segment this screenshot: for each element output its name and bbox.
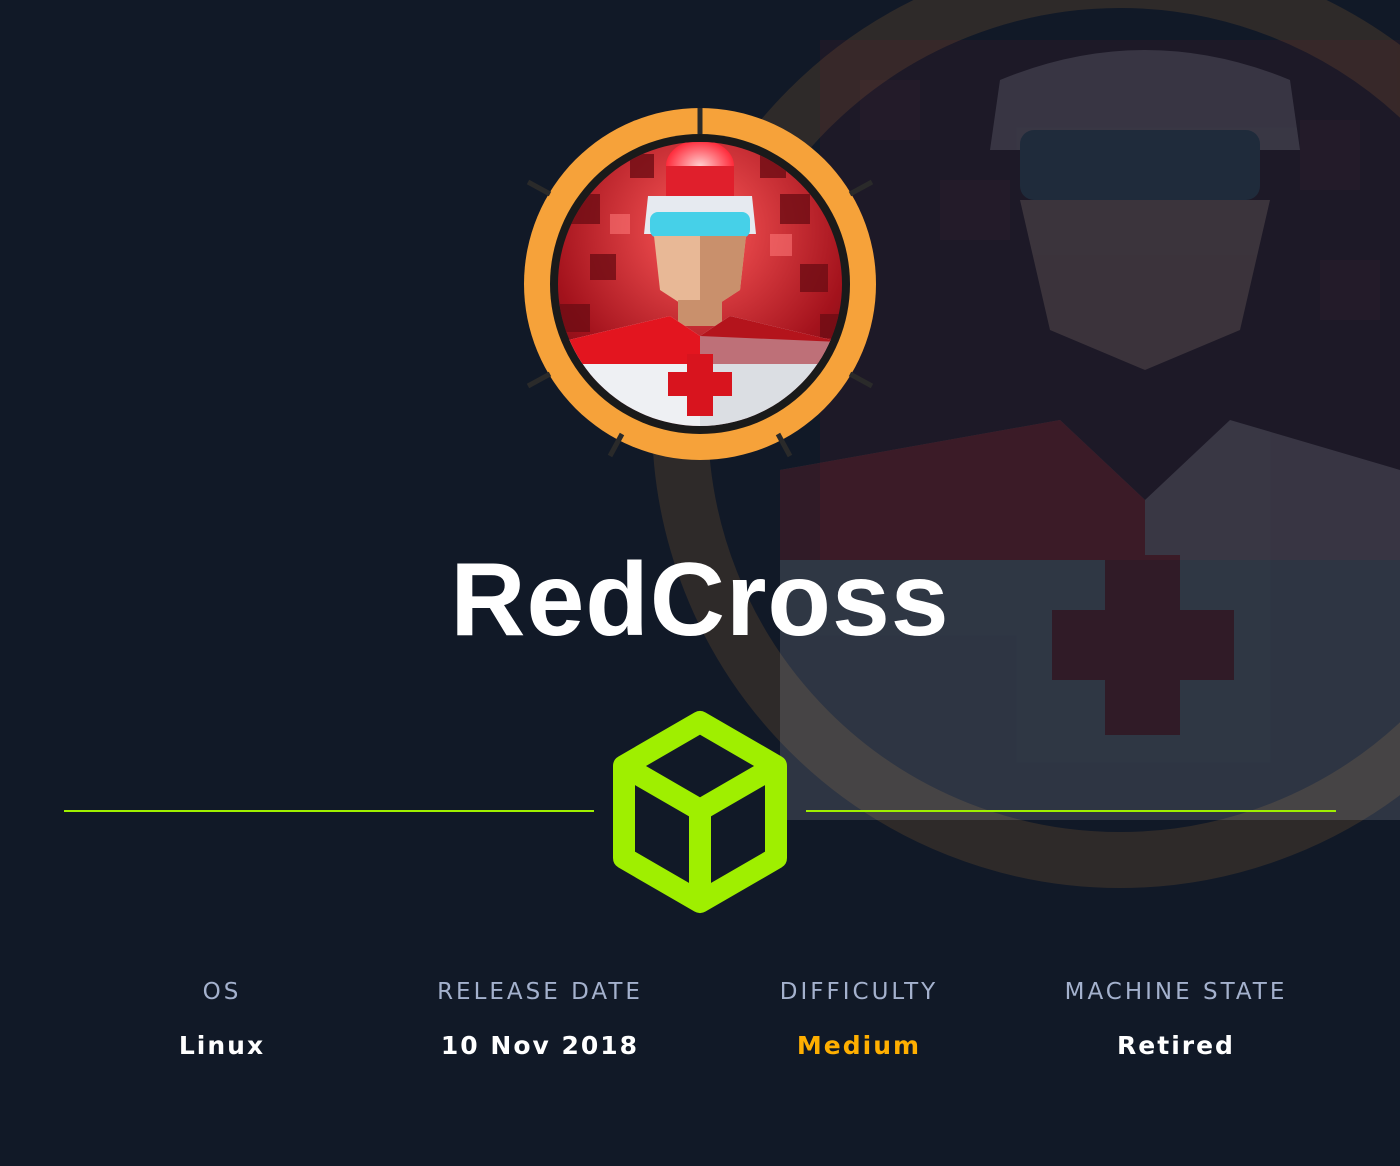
- os-info: OS Linux: [62, 976, 382, 1062]
- machine-state-value: Retired: [1117, 1031, 1235, 1060]
- cube-icon: [613, 711, 787, 913]
- difficulty-label: DIFFICULTY: [779, 979, 939, 1005]
- release-date-label: RELEASE DATE: [437, 979, 643, 1005]
- os-value: Linux: [178, 1031, 266, 1060]
- divider-right: [806, 810, 1336, 812]
- divider-left: [64, 810, 594, 812]
- release-date-info: RELEASE DATE 10 Nov 2018: [380, 976, 700, 1062]
- machine-avatar: [524, 108, 876, 460]
- machine-title: RedCross: [450, 542, 950, 658]
- machine-state-info: MACHINE STATE Retired: [1016, 976, 1336, 1062]
- release-date-value: 10 Nov 2018: [440, 1031, 640, 1060]
- os-label: OS: [202, 979, 242, 1005]
- difficulty-value: Medium: [796, 1031, 922, 1060]
- difficulty-info: DIFFICULTY Medium: [699, 976, 1019, 1062]
- machine-state-label: MACHINE STATE: [1064, 979, 1288, 1005]
